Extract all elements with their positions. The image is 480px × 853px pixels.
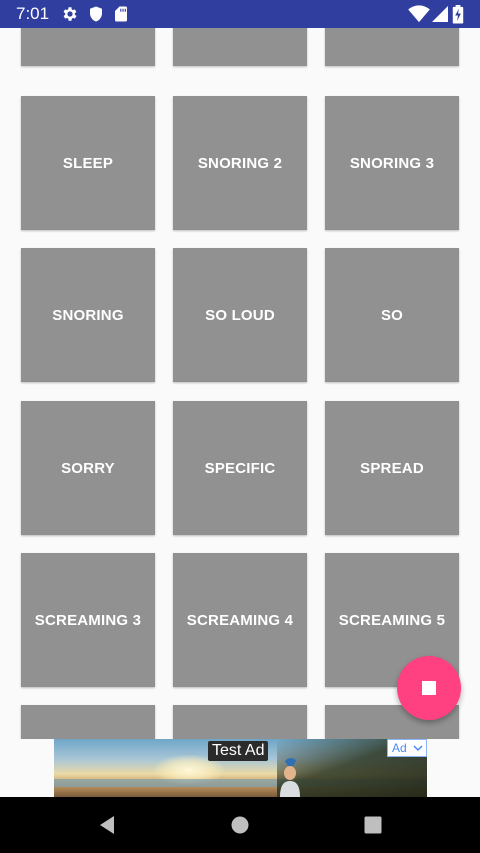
sound-tile-specific[interactable]: SPECIFIC bbox=[173, 401, 307, 535]
cell-signal-icon bbox=[432, 5, 448, 23]
sound-tile-spread[interactable]: SPREAD bbox=[325, 401, 459, 535]
back-icon[interactable] bbox=[95, 813, 119, 837]
sound-tile-snoring-2[interactable]: SNORING 2 bbox=[173, 96, 307, 230]
battery-charging-icon bbox=[452, 5, 464, 24]
sound-tile-snoring[interactable]: SNORING bbox=[21, 248, 155, 382]
stop-icon bbox=[422, 681, 436, 695]
ad-badge-label: Ad bbox=[392, 741, 407, 755]
sound-tile[interactable] bbox=[173, 28, 307, 66]
recents-icon[interactable] bbox=[361, 813, 385, 837]
ad-image-person bbox=[280, 758, 300, 797]
ad-label: Test Ad bbox=[208, 741, 269, 761]
ad-choices-badge[interactable]: Ad bbox=[387, 739, 427, 757]
status-bar: 7:01 bbox=[0, 0, 480, 28]
navigation-bar bbox=[0, 797, 480, 853]
wifi-icon bbox=[408, 5, 430, 23]
sound-tile-screaming-4[interactable]: SCREAMING 4 bbox=[173, 553, 307, 687]
sound-tile-snoring-3[interactable]: SNORING 3 bbox=[325, 96, 459, 230]
sound-tile-screaming-3[interactable]: SCREAMING 3 bbox=[21, 553, 155, 687]
sound-tile-so-loud[interactable]: SO LOUD bbox=[173, 248, 307, 382]
sound-grid: SLEEP SNORING 2 SNORING 3 SNORING SO LOU… bbox=[0, 28, 480, 739]
sound-tile-sorry[interactable]: SORRY bbox=[21, 401, 155, 535]
chevron-down-icon bbox=[413, 745, 423, 752]
sound-tile[interactable] bbox=[21, 705, 155, 739]
shield-icon bbox=[87, 5, 105, 23]
sound-tile[interactable] bbox=[21, 28, 155, 66]
ad-banner[interactable]: Test Ad Ad bbox=[54, 739, 427, 797]
sound-tile[interactable] bbox=[173, 705, 307, 739]
sound-tile-sleep[interactable]: SLEEP bbox=[21, 96, 155, 230]
stop-button[interactable] bbox=[397, 656, 461, 720]
sound-tile-so[interactable]: SO bbox=[325, 248, 459, 382]
sd-card-icon bbox=[112, 5, 130, 23]
sound-tile[interactable] bbox=[325, 28, 459, 66]
status-time: 7:01 bbox=[16, 4, 50, 23]
settings-icon bbox=[61, 5, 79, 23]
home-icon[interactable] bbox=[228, 813, 252, 837]
